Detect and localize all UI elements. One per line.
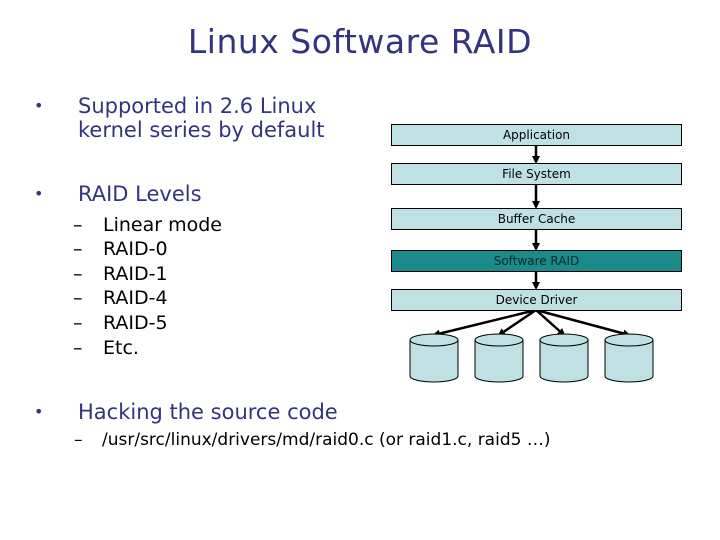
disk-icon bbox=[474, 333, 524, 383]
disk-arrow bbox=[432, 308, 537, 338]
layer-application: Application bbox=[391, 124, 682, 146]
layer-file-system: File System bbox=[391, 163, 682, 185]
disk-group bbox=[409, 333, 654, 383]
disk-icon bbox=[604, 333, 654, 383]
layer-software-raid: Software RAID bbox=[391, 250, 682, 272]
disk-icon bbox=[539, 333, 589, 383]
disk-icon bbox=[409, 333, 459, 383]
layer-buffer-cache: Buffer Cache bbox=[391, 208, 682, 230]
layer-device-driver: Device Driver bbox=[391, 289, 682, 311]
